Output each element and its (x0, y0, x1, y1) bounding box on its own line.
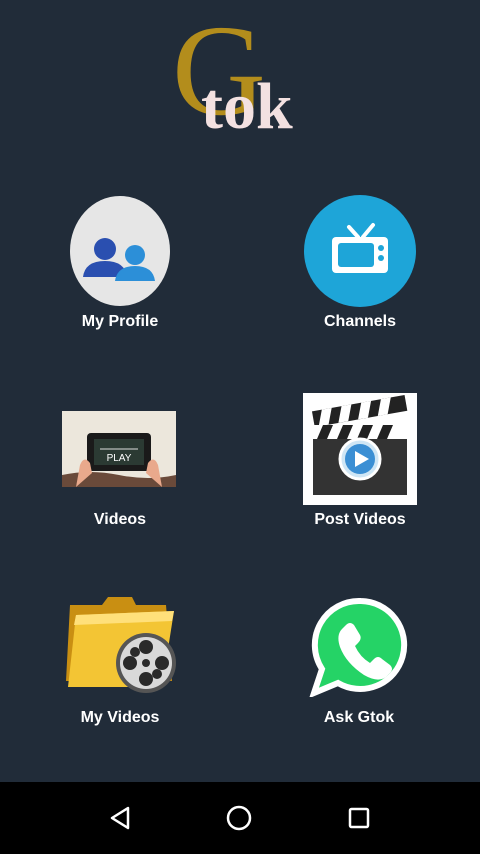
my-videos-button[interactable]: My Videos (40, 591, 200, 731)
channels-button[interactable]: Channels (280, 195, 440, 335)
logo-word: tok (201, 70, 293, 143)
post-videos-button[interactable]: Post Videos (280, 393, 440, 533)
ask-gtok-button[interactable]: Ask Gtok (279, 591, 439, 731)
play-caption: PLAY (107, 453, 132, 464)
profile-icon (70, 196, 170, 306)
app-logo: G tok (0, 0, 480, 150)
system-navigation-bar (0, 782, 480, 854)
videos-label: Videos (93, 511, 147, 528)
whatsapp-phone-icon (309, 597, 408, 697)
tv-icon (304, 195, 416, 307)
recents-icon[interactable] (341, 802, 377, 834)
my-profile-button[interactable]: My Profile (40, 195, 200, 335)
video-folder-icon (66, 597, 176, 693)
videos-button[interactable]: PLAY Videos (40, 393, 200, 533)
my-videos-label: My Videos (80, 709, 160, 726)
play-tablet-icon: PLAY (62, 411, 176, 487)
my-profile-label: My Profile (81, 313, 159, 330)
home-icon[interactable] (221, 802, 257, 834)
ask-gtok-label: Ask Gtok (323, 709, 395, 726)
clapperboard-play-icon (303, 393, 417, 505)
post-videos-label: Post Videos (314, 511, 406, 528)
back-icon[interactable] (102, 802, 138, 834)
channels-label: Channels (323, 313, 396, 330)
